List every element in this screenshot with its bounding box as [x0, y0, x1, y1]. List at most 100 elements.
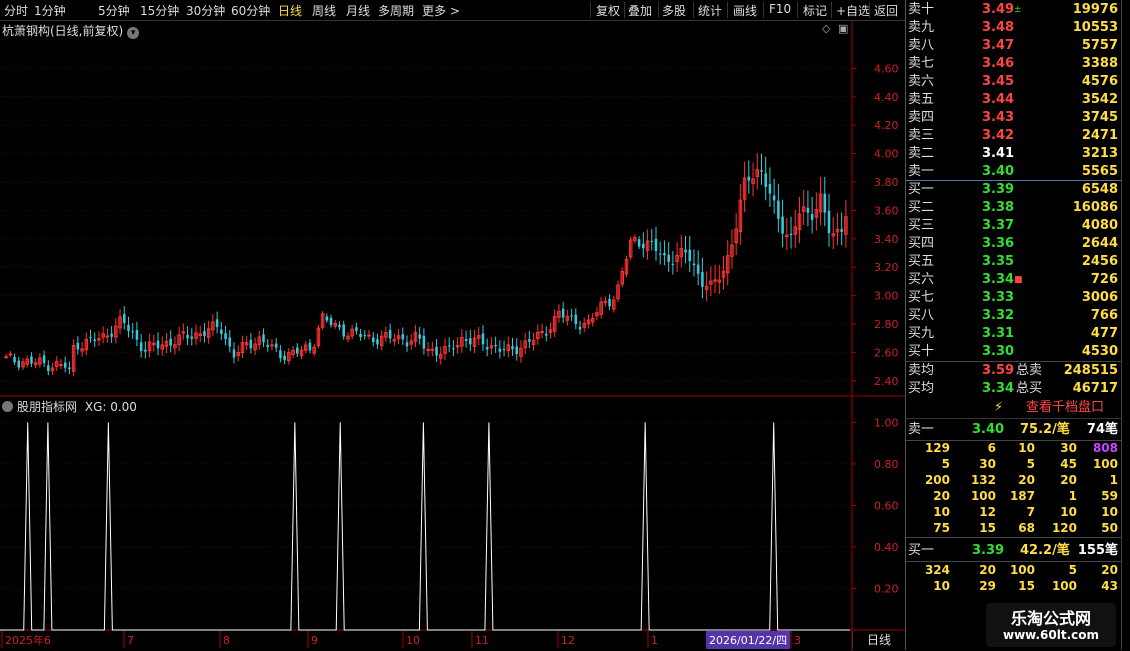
bid-row[interactable]: 买三 3.37 4080	[906, 217, 1122, 235]
bid-row[interactable]: 买二 3.38 16086	[906, 199, 1122, 217]
tab-5min[interactable]: 5分钟	[98, 2, 130, 19]
tab-monthly[interactable]: 月线	[346, 2, 370, 19]
queue-cell: 10	[1101, 505, 1118, 519]
candle-body	[76, 342, 80, 350]
tab-1min[interactable]: 1分钟	[34, 2, 66, 19]
bid-level-label: 买六	[908, 272, 935, 287]
chevron-down-icon[interactable]	[2, 401, 13, 412]
ask-volume: 10553	[1072, 20, 1118, 35]
bid-price: 3.33	[982, 290, 1015, 305]
up-marker-icon: ±	[1014, 5, 1022, 15]
multi-stock-button[interactable]: 多股	[662, 2, 686, 19]
ask-price: 3.46	[982, 56, 1015, 71]
candle-body	[768, 184, 772, 194]
stats-button[interactable]: 统计	[698, 2, 722, 19]
overlay-button[interactable]: 叠加	[628, 2, 652, 19]
indicator-tick-label: 1.00	[874, 416, 899, 429]
candle-body	[806, 207, 810, 213]
candle-body	[105, 335, 110, 338]
candle-body	[658, 253, 662, 255]
tab-daily[interactable]: 日线	[278, 2, 302, 19]
candle-body	[578, 326, 582, 330]
candle-body	[570, 315, 573, 317]
tab-weekly[interactable]: 周线	[312, 2, 336, 19]
tab-intraday[interactable]: 分时	[4, 2, 28, 19]
candle-body	[574, 314, 578, 325]
ask-row[interactable]: 卖八 3.47 5757	[906, 37, 1122, 55]
ask-row[interactable]: 卖六 3.45 4576	[906, 73, 1122, 91]
ask-average-row: 卖均 3.59 总卖 248515	[906, 362, 1122, 380]
candle-body	[169, 338, 172, 346]
back-button[interactable]: 返回	[874, 2, 898, 19]
draw-button[interactable]: 画线	[733, 2, 757, 19]
toolbar-separator	[624, 2, 625, 18]
queue-cell: 1	[1109, 473, 1118, 487]
bid1-detail-row: 买一 3.39 42.2/笔 155笔	[906, 542, 1122, 560]
candle-body	[359, 333, 362, 338]
tab-more[interactable]: 更多 >	[422, 2, 460, 19]
indicator-tick-label: 0.40	[874, 541, 899, 554]
ask-price: 3.40	[982, 164, 1015, 179]
adjust-button[interactable]: 复权	[596, 2, 620, 19]
candle-body	[363, 335, 367, 337]
indicator-name: 股朋指标网	[17, 400, 78, 414]
price-tick-label: 4.40	[874, 91, 899, 104]
queue-cell: 20	[1101, 563, 1118, 577]
tab-multi-period[interactable]: 多周期	[378, 2, 414, 19]
f10-button[interactable]: F10	[769, 2, 791, 16]
bid-row[interactable]: 买十 3.30 4530	[906, 343, 1122, 361]
lightning-icon: ⚡	[994, 400, 1004, 415]
bid-row[interactable]: 买五 3.35 2456	[906, 253, 1122, 271]
ask-price: 3.45	[982, 74, 1015, 89]
kline-chart[interactable]: 2.40 2.60 2.80 3.00 3.20 3.40 3.60 3.80 4.00 4.20…	[0, 20, 905, 651]
candle-body	[464, 339, 468, 342]
bid-row[interactable]: 买四 3.36 2644	[906, 235, 1122, 253]
candle-body	[59, 364, 63, 367]
side-scroll-edge[interactable]	[1121, 0, 1130, 650]
bid-price: 3.31	[982, 326, 1015, 341]
bid-level-label: 买八	[908, 308, 935, 323]
ask-volume: 5565	[1081, 164, 1118, 179]
ask-row[interactable]: 卖七 3.46 3388	[906, 55, 1122, 73]
ask-row[interactable]: 卖二 3.41 3213	[906, 145, 1122, 163]
ask-row[interactable]: 卖四 3.43 3745	[906, 109, 1122, 127]
bid-price: 3.30	[982, 344, 1015, 359]
candle-body	[355, 327, 358, 331]
bid-row[interactable]: 买一 3.39 6548	[906, 181, 1122, 199]
bid-row[interactable]: 买六 3.34 726 ■	[906, 271, 1122, 289]
queue-cell: 5	[941, 457, 950, 471]
tab-15min[interactable]: 15分钟	[140, 2, 179, 19]
ask-row[interactable]: 卖五 3.44 3542	[906, 91, 1122, 109]
bid-row[interactable]: 买九 3.31 477	[906, 325, 1122, 343]
queue-cell: 200	[924, 473, 950, 487]
tab-30min[interactable]: 30分钟	[186, 2, 225, 19]
tab-60min[interactable]: 60分钟	[231, 2, 270, 19]
candle-body	[131, 331, 134, 333]
candle-body	[498, 348, 502, 352]
ask-row[interactable]: 卖九 3.48 10553	[906, 19, 1122, 37]
bid-row[interactable]: 买八 3.32 766	[906, 307, 1122, 325]
candle-body	[93, 339, 96, 342]
bid-level-label: 买十	[908, 344, 935, 359]
candle-body	[186, 334, 189, 339]
ask1-avg: 75.2/笔	[1020, 422, 1070, 437]
period-label[interactable]: 日线	[852, 631, 905, 649]
watermark: 乐淘公式网 www.60lt.com	[986, 603, 1116, 647]
time-tick-label: 1	[651, 634, 658, 647]
mark-button[interactable]: 标记	[803, 2, 827, 19]
ask-row[interactable]: 卖三 3.42 2471	[906, 127, 1122, 145]
candle-body	[764, 173, 767, 187]
ask-row[interactable]: 卖十 3.49 19976 ±	[906, 1, 1122, 19]
candle-body	[422, 335, 426, 349]
bid-row[interactable]: 买七 3.33 3006	[906, 289, 1122, 307]
add-watchlist-button[interactable]: +自选	[836, 2, 870, 19]
ask-row[interactable]: 卖一 3.40 5565	[906, 163, 1122, 181]
queue-cell: 43	[1101, 579, 1118, 593]
candle-body	[215, 319, 219, 328]
candle-body	[430, 348, 435, 351]
indicator-value: XG: 0.00	[84, 400, 137, 414]
ask-total: 248515	[1063, 363, 1118, 378]
thousand-level-button[interactable]: ⚡ 查看千档盘口	[906, 398, 1122, 419]
queue-cell: 10	[1018, 441, 1035, 455]
candle-body	[701, 272, 704, 287]
